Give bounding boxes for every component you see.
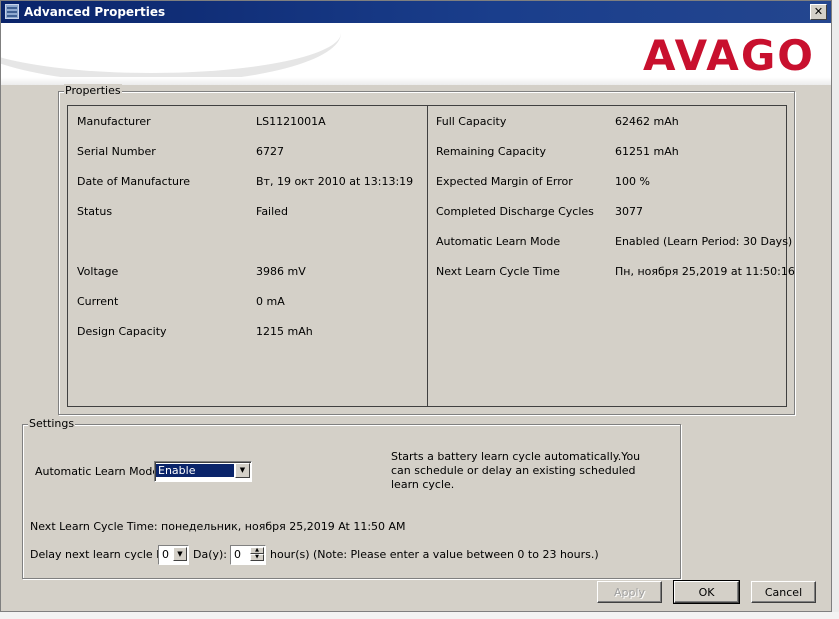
properties-group: Properties Manufacturer LS1121001A Seria… xyxy=(58,84,795,415)
window-title: Advanced Properties xyxy=(24,5,166,19)
manufacturer-value: LS1121001A xyxy=(256,115,326,128)
remaining-capacity-label: Remaining Capacity xyxy=(436,145,546,158)
background-window-edge xyxy=(832,0,839,619)
delay-days-value: 0 xyxy=(162,548,169,561)
server-icon xyxy=(5,4,19,19)
banner-swoosh xyxy=(1,23,341,83)
manufacturer-label: Manufacturer xyxy=(77,115,151,128)
help-text-line-1: Starts a battery learn cycle automatical… xyxy=(391,450,641,463)
spin-down-icon[interactable]: ▼ xyxy=(250,554,264,561)
discharge-cycles-value: 3077 xyxy=(615,205,643,218)
properties-panel: Manufacturer LS1121001A Serial Number 67… xyxy=(67,105,795,407)
auto-learn-mode-value: Enabled (Learn Period: 30 Days) xyxy=(615,235,793,248)
ok-button[interactable]: OK xyxy=(673,580,740,604)
title-bar[interactable]: Advanced Properties ✕ xyxy=(1,1,831,23)
auto-learn-mode-label: Automatic Learn Mode xyxy=(436,235,561,248)
full-capacity-value: 62462 mAh xyxy=(615,115,679,128)
voltage-label: Voltage xyxy=(77,265,119,278)
margin-of-error-label: Expected Margin of Error xyxy=(436,175,573,188)
design-capacity-value: 1215 mAh xyxy=(256,325,313,338)
avago-logo: AVAGO xyxy=(643,31,815,80)
current-label: Current xyxy=(77,295,119,308)
spin-up-icon[interactable]: ▲ xyxy=(250,547,264,554)
learn-mode-selected-value: Enable xyxy=(156,464,234,477)
background-window-bottom xyxy=(0,612,839,619)
voltage-value: 3986 mV xyxy=(256,265,306,278)
design-capacity-label: Design Capacity xyxy=(77,325,167,338)
status-label: Status xyxy=(77,205,113,218)
serial-number-value: 6727 xyxy=(256,145,284,158)
full-capacity-label: Full Capacity xyxy=(436,115,507,128)
hours-label: hour(s) (Note: Please enter a value betw… xyxy=(270,548,599,561)
status-value: Failed xyxy=(256,205,288,218)
delay-hours-value: 0 xyxy=(234,548,241,561)
chevron-down-icon[interactable]: ▼ xyxy=(173,547,187,561)
apply-button[interactable]: Apply xyxy=(597,581,662,603)
delay-label: Delay next learn cycle by xyxy=(30,548,170,561)
date-of-manufacture-label: Date of Manufacture xyxy=(77,175,191,188)
delay-days-select[interactable]: 0 ▼ xyxy=(158,545,189,565)
next-learn-cycle-text: Next Learn Cycle Time: понедельник, нояб… xyxy=(30,520,406,533)
current-value: 0 mA xyxy=(256,295,285,308)
remaining-capacity-value: 61251 mAh xyxy=(615,145,679,158)
discharge-cycles-label: Completed Discharge Cycles xyxy=(436,205,594,218)
delay-hours-spinner[interactable]: 0 ▲ ▼ xyxy=(230,545,266,565)
advanced-properties-dialog: Advanced Properties ✕ AVAGO Properties M… xyxy=(0,0,832,612)
header-banner: AVAGO xyxy=(1,23,831,85)
days-label: Da(y): xyxy=(193,548,228,561)
next-learn-cycle-value: Пн, ноября 25,2019 at 11:50:16 xyxy=(615,265,795,278)
serial-number-label: Serial Number xyxy=(77,145,156,158)
learn-mode-select[interactable]: Enable ▼ xyxy=(154,461,252,482)
settings-group: Settings Automatic Learn Mode: Enable ▼ … xyxy=(22,417,681,579)
properties-legend: Properties xyxy=(64,84,122,97)
date-of-manufacture-value: Вт, 19 окт 2010 at 13:13:19 xyxy=(256,175,414,188)
next-learn-cycle-label: Next Learn Cycle Time xyxy=(436,265,560,278)
cancel-button[interactable]: Cancel xyxy=(751,581,816,603)
learn-mode-label: Automatic Learn Mode: xyxy=(35,465,163,478)
settings-legend: Settings xyxy=(28,417,76,430)
chevron-down-icon[interactable]: ▼ xyxy=(235,463,250,478)
help-text-line-2: can schedule or delay an existing schedu… xyxy=(391,464,636,477)
close-button[interactable]: ✕ xyxy=(810,4,827,20)
margin-of-error-value: 100 % xyxy=(615,175,650,188)
help-text-line-3: learn cycle. xyxy=(391,478,455,491)
